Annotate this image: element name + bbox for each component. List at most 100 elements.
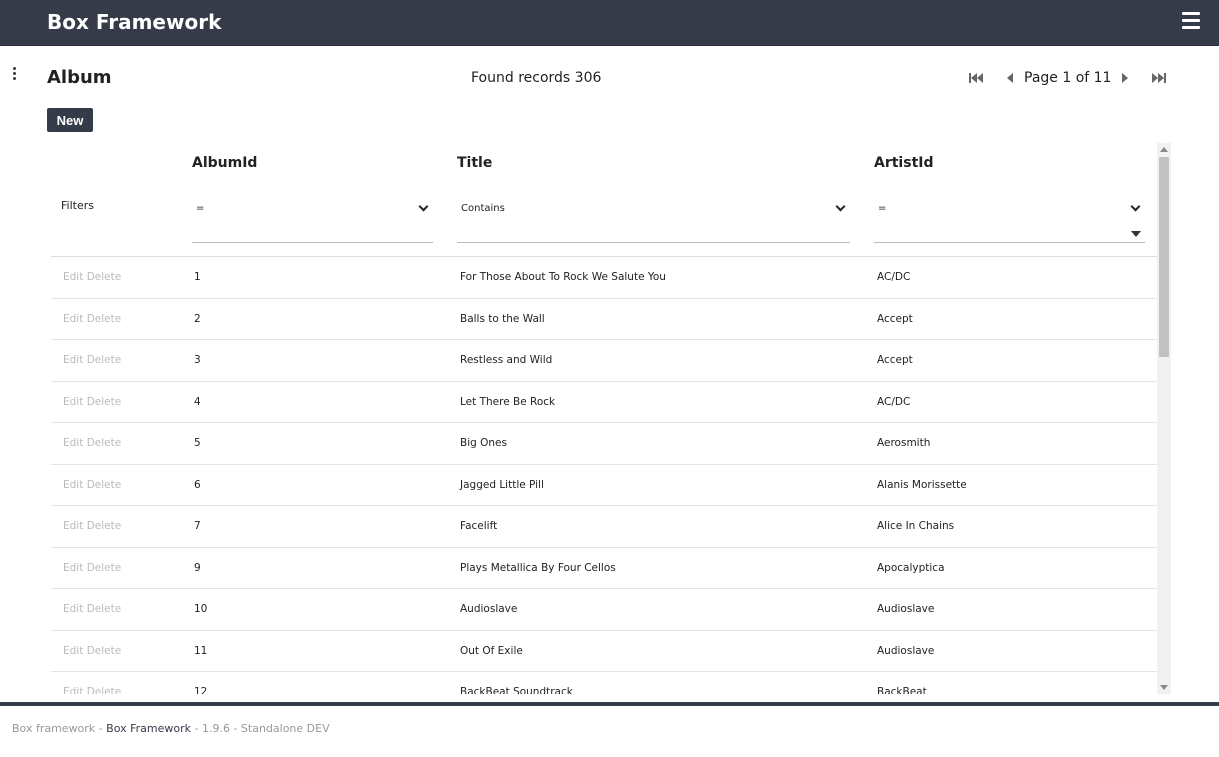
- caret-down-icon[interactable]: [1131, 231, 1141, 237]
- row-actions: Edit Delete: [63, 271, 121, 283]
- delete-link[interactable]: Delete: [87, 562, 122, 574]
- edit-link[interactable]: Edit: [63, 313, 83, 325]
- table-row: Edit Delete 2 Balls to the Wall Accept: [51, 299, 1157, 340]
- edit-link[interactable]: Edit: [63, 479, 83, 491]
- cell-title: BackBeat Soundtrack: [460, 686, 573, 694]
- next-page-icon[interactable]: [1115, 68, 1135, 88]
- cell-title: Out Of Exile: [460, 644, 523, 657]
- filter-artistid-select[interactable]: =: [874, 199, 1145, 243]
- chevron-down-icon: [1130, 201, 1141, 212]
- edit-link[interactable]: Edit: [63, 437, 83, 449]
- prev-page-icon[interactable]: [1000, 68, 1020, 88]
- row-actions: Edit Delete: [63, 313, 121, 325]
- new-button[interactable]: New: [47, 108, 93, 132]
- cell-artistid: AC/DC: [877, 395, 911, 408]
- delete-link[interactable]: Delete: [87, 354, 122, 366]
- table-row: Edit Delete 4 Let There Be Rock AC/DC: [51, 382, 1157, 423]
- delete-link[interactable]: Delete: [87, 396, 122, 408]
- delete-link[interactable]: Delete: [87, 271, 122, 283]
- table-row: Edit Delete 12 BackBeat Soundtrack BackBeat: [51, 672, 1157, 694]
- row-actions: Edit Delete: [63, 645, 121, 657]
- cell-title: Big Ones: [460, 437, 507, 449]
- filter-title-select[interactable]: Contains: [457, 199, 850, 243]
- row-actions: Edit Delete: [63, 603, 121, 615]
- table-row: Edit Delete 1 For Those About To Rock We S…: [51, 257, 1157, 299]
- chevron-down-icon: [835, 201, 846, 212]
- cell-albumid: 5: [194, 437, 201, 449]
- edit-link[interactable]: Edit: [63, 396, 83, 408]
- edit-link[interactable]: Edit: [63, 562, 83, 574]
- edit-link[interactable]: Edit: [63, 603, 83, 615]
- scroll-down-icon[interactable]: [1160, 685, 1168, 690]
- cell-albumid: 3: [194, 354, 201, 366]
- row-actions: Edit Delete: [63, 437, 121, 449]
- edit-link[interactable]: Edit: [63, 520, 83, 532]
- app-title[interactable]: Box Framework: [47, 10, 221, 34]
- row-actions: Edit Delete: [63, 686, 121, 694]
- footer-brand-link[interactable]: Box Framework: [106, 722, 191, 735]
- cell-title: Facelift: [460, 520, 498, 532]
- scroll-up-icon[interactable]: [1160, 147, 1168, 152]
- last-page-icon[interactable]: [1149, 68, 1169, 88]
- cell-artistid: Audioslave: [877, 644, 935, 657]
- footer: Box framework - Box Framework - 1.9.6 - …: [12, 722, 330, 735]
- row-actions: Edit Delete: [63, 396, 121, 408]
- table-header: AlbumId Title ArtistId Filters = Contain…: [51, 143, 1157, 257]
- cell-artistid: AC/DC: [877, 271, 911, 283]
- cell-albumid: 6: [194, 478, 201, 491]
- row-actions: Edit Delete: [63, 354, 121, 366]
- delete-link[interactable]: Delete: [87, 603, 122, 615]
- cell-albumid: 4: [194, 395, 201, 408]
- table-scrollbar[interactable]: [1157, 143, 1171, 694]
- footer-divider: [0, 702, 1219, 706]
- cell-albumid: 7: [194, 520, 201, 532]
- cell-artistid: Audioslave: [877, 603, 935, 615]
- cell-albumid: 11: [194, 644, 208, 657]
- filter-albumid-select[interactable]: =: [192, 199, 433, 243]
- cell-title: Plays Metallica By Four Cellos: [460, 561, 616, 574]
- table-body: Edit Delete 1 For Those About To Rock We S…: [51, 257, 1157, 694]
- column-header-albumid[interactable]: AlbumId: [192, 155, 257, 171]
- delete-link[interactable]: Delete: [87, 479, 122, 491]
- cell-albumid: 10: [194, 603, 208, 615]
- cell-title: For Those About To Rock We Salute You: [460, 271, 666, 283]
- column-header-title[interactable]: Title: [457, 155, 492, 171]
- filters-label: Filters: [61, 199, 94, 212]
- cell-title: Jagged Little Pill: [460, 478, 544, 491]
- table-row: Edit Delete 10 Audioslave Audioslave: [51, 589, 1157, 631]
- table-row: Edit Delete 11 Out Of Exile Audioslave: [51, 631, 1157, 672]
- scroll-thumb[interactable]: [1159, 157, 1169, 357]
- cell-artistid: BackBeat: [877, 686, 927, 694]
- table-row: Edit Delete 3 Restless and Wild Accept: [51, 340, 1157, 382]
- page-title: Album: [47, 67, 112, 88]
- cell-title: Balls to the Wall: [460, 312, 545, 325]
- found-records: Found records 306: [471, 70, 602, 86]
- cell-artistid: Aerosmith: [877, 437, 931, 449]
- delete-link[interactable]: Delete: [87, 520, 122, 532]
- cell-title: Let There Be Rock: [460, 395, 556, 408]
- cell-albumid: 2: [194, 312, 201, 325]
- row-actions: Edit Delete: [63, 479, 121, 491]
- delete-link[interactable]: Delete: [87, 645, 122, 657]
- column-header-artistid[interactable]: ArtistId: [874, 155, 934, 171]
- delete-link[interactable]: Delete: [87, 313, 122, 325]
- kebab-menu-icon[interactable]: [13, 67, 17, 81]
- cell-artistid: Apocalyptica: [877, 561, 945, 574]
- table-row: Edit Delete 5 Big Ones Aerosmith: [51, 423, 1157, 465]
- top-bar: Box Framework: [0, 0, 1219, 46]
- cell-title: Audioslave: [460, 603, 518, 615]
- cell-albumid: 9: [194, 561, 201, 574]
- cell-artistid: Alanis Morissette: [877, 478, 967, 491]
- row-actions: Edit Delete: [63, 520, 121, 532]
- edit-link[interactable]: Edit: [63, 645, 83, 657]
- row-actions: Edit Delete: [63, 562, 121, 574]
- edit-link[interactable]: Edit: [63, 354, 83, 366]
- edit-link[interactable]: Edit: [63, 686, 83, 694]
- hamburger-menu-icon[interactable]: [1182, 12, 1200, 32]
- table-row: Edit Delete 7 Facelift Alice In Chains: [51, 506, 1157, 548]
- delete-link[interactable]: Delete: [87, 686, 122, 694]
- edit-link[interactable]: Edit: [63, 271, 83, 283]
- table-row: Edit Delete 6 Jagged Little Pill Alanis Mor…: [51, 465, 1157, 506]
- delete-link[interactable]: Delete: [87, 437, 122, 449]
- first-page-icon[interactable]: [966, 68, 986, 88]
